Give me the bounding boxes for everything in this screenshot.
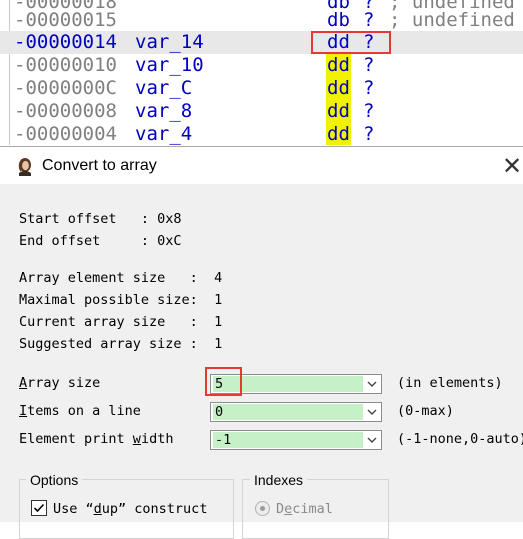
row-value: ? (363, 123, 375, 145)
max-size-text: Maximal possible size: 1 (19, 292, 223, 308)
row-offset: -00000015 (14, 9, 117, 31)
stack-row-selected[interactable]: -00000014 var_14 dd ? (0, 31, 523, 54)
items-on-line-combo[interactable]: 0 (210, 402, 382, 422)
start-offset-text: Start offset : 0x8 (19, 211, 182, 227)
row-name[interactable]: var_C (135, 77, 192, 100)
close-button[interactable]: ✕ (497, 151, 523, 181)
array-size-hint: (in elements) (397, 375, 503, 391)
end-offset-text: End offset : 0xC (19, 233, 182, 249)
dialog-title: Convert to array (42, 157, 157, 174)
dialog-titlebar[interactable]: Convert to array ✕ (0, 147, 523, 184)
chevron-down-icon[interactable] (363, 375, 381, 393)
stack-row[interactable]: -00000015 db ? ; undefined (0, 9, 523, 32)
ida-app-icon (18, 158, 31, 176)
options-group-title: Options (26, 472, 83, 488)
row-offset: -00000004 (14, 123, 117, 145)
row-value: ? (363, 100, 375, 122)
row-offset: -00000010 (14, 54, 117, 76)
row-type: db (327, 9, 350, 31)
row-name[interactable]: var_10 (135, 54, 204, 77)
row-name[interactable]: var_4 (135, 123, 192, 145)
use-dup-label[interactable]: Use “dup” construct (53, 500, 207, 518)
row-value: ? (363, 54, 375, 76)
row-type: dd (326, 100, 351, 123)
decimal-radio[interactable] (255, 501, 270, 516)
use-dup-checkbox[interactable] (31, 500, 47, 516)
stack-row[interactable]: -0000000C var_C dd ? (0, 77, 523, 100)
row-type: dd (326, 77, 351, 100)
highlight-box (205, 367, 242, 396)
checkmark-icon (33, 503, 45, 513)
row-name[interactable]: var_14 (135, 31, 204, 54)
element-size-text: Array element size : 4 (19, 270, 223, 286)
row-value: ? (363, 77, 375, 99)
print-width-value[interactable]: -1 (213, 432, 363, 448)
suggested-size-text: Suggested array size : 1 (19, 336, 223, 352)
row-type: dd (326, 123, 351, 145)
print-width-label: Element print width (19, 431, 174, 447)
array-size-label: Array size (19, 375, 101, 391)
chevron-down-icon[interactable] (363, 431, 381, 449)
stack-row[interactable]: -00000004 var_4 dd ? (0, 123, 523, 145)
convert-to-array-dialog: Convert to array ✕ Start offset : 0x8 En… (0, 146, 523, 539)
items-on-line-hint: (0-max) (397, 403, 454, 419)
stack-frame-view: -00000018 db ? ; undefined -00000015 db … (0, 0, 523, 145)
items-on-line-label: Items on a line (19, 403, 141, 419)
items-on-line-value[interactable]: 0 (213, 404, 363, 420)
stack-row[interactable]: -00000008 var_8 dd ? (0, 100, 523, 123)
row-comment: ; undefined (389, 9, 515, 31)
stack-row[interactable]: -00000010 var_10 dd ? (0, 54, 523, 77)
current-size-text: Current array size : 1 (19, 314, 223, 330)
row-offset: -0000000C (14, 77, 117, 99)
row-name[interactable]: var_8 (135, 100, 192, 123)
row-type: dd (326, 54, 351, 77)
close-icon: ✕ (501, 152, 523, 180)
row-offset: -00000014 (14, 31, 117, 53)
indexes-group-title: Indexes (250, 472, 308, 488)
chevron-down-icon[interactable] (363, 403, 381, 421)
print-width-hint: (-1-none,0-auto) (397, 431, 523, 447)
decimal-label[interactable]: Decimal (276, 500, 333, 518)
row-offset: -00000008 (14, 100, 117, 122)
row-value: ? (363, 9, 375, 31)
highlight-box (311, 31, 391, 54)
print-width-combo[interactable]: -1 (210, 430, 382, 450)
